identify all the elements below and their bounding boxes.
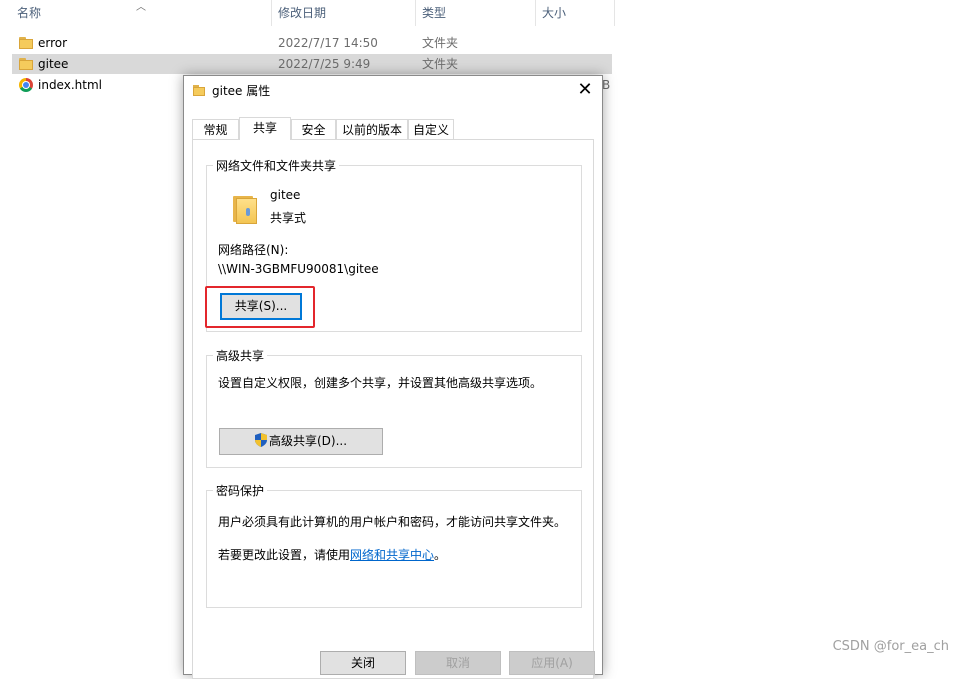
tab-previous-versions[interactable]: 以前的版本 [336, 119, 408, 139]
chrome-icon [19, 78, 33, 92]
file-type: 文件夹 [422, 36, 459, 50]
column-header-modified[interactable]: 修改日期 [273, 0, 415, 26]
tab-general[interactable]: 常规 [192, 119, 239, 139]
sharing-tab-panel: 网络文件和文件夹共享 gitee 共享式 网络路径(N): \\WIN-3GBM… [192, 139, 594, 679]
file-modified: 2022/7/17 14:50 [278, 36, 378, 50]
folder-icon [193, 85, 205, 96]
watermark: CSDN @for_ea_ch [832, 639, 949, 654]
close-dialog-button[interactable]: 关闭 [320, 651, 406, 675]
network-share-group: 网络文件和文件夹共享 gitee 共享式 网络路径(N): \\WIN-3GBM… [205, 157, 582, 332]
sort-arrow-icon: ︿ [136, 2, 146, 13]
file-modified: 2022/7/25 9:49 [278, 57, 371, 71]
file-type: 文件夹 [422, 57, 459, 71]
tab-security[interactable]: 安全 [291, 119, 336, 139]
file-name: index.html [38, 78, 102, 92]
group-legend: 高级共享 [213, 347, 268, 364]
column-separator[interactable] [535, 0, 536, 26]
shield-icon [254, 433, 267, 447]
group-legend: 密码保护 [213, 482, 268, 499]
close-button[interactable]: ✕ [568, 76, 602, 104]
hint-prefix: 若要更改此设置，请使用 [218, 548, 351, 562]
apply-button[interactable]: 应用(A) [509, 651, 595, 675]
hint-suffix: 。 [434, 548, 447, 562]
advanced-share-button[interactable]: 高级共享(D)... [219, 428, 383, 455]
password-description: 用户必须具有此计算机的用户帐户和密码，才能访问共享文件夹。 [218, 515, 567, 529]
folder-icon [19, 37, 33, 49]
group-legend: 网络文件和文件夹共享 [213, 157, 340, 174]
column-header-type[interactable]: 类型 [417, 0, 535, 26]
file-row-gitee[interactable]: gitee 2022/7/25 9:49 文件夹 [12, 54, 612, 74]
tab-customize[interactable]: 自定义 [408, 119, 454, 139]
advanced-share-group: 高级共享 设置自定义权限，创建多个共享，并设置其他高级共享选项。 高级共享(D)… [206, 347, 582, 468]
network-path-label: 网络路径(N): [218, 243, 289, 257]
file-size-partial: B [602, 78, 611, 92]
password-protection-group: 密码保护 用户必须具有此计算机的用户帐户和密码，才能访问共享文件夹。 若要更改此… [206, 482, 582, 608]
close-icon: ✕ [577, 79, 593, 100]
properties-dialog: gitee 属性 ✕ 常规 共享 安全 以前的版本 自定义 网络文件和文件夹共享… [183, 75, 603, 679]
column-separator[interactable] [614, 0, 615, 26]
share-button[interactable]: 共享(S)... [220, 293, 302, 320]
network-path-value: \\WIN-3GBMFU90081\gitee [218, 262, 379, 276]
dialog-title: gitee 属性 [212, 84, 271, 98]
cancel-button[interactable]: 取消 [415, 651, 501, 675]
password-settings-hint: 若要更改此设置，请使用网络和共享中心。 [218, 546, 446, 563]
advanced-share-description: 设置自定义权限，创建多个共享，并设置其他高级共享选项。 [218, 376, 543, 390]
folder-name: gitee [270, 188, 301, 202]
column-header-size[interactable]: 大小 [537, 0, 615, 26]
share-status: 共享式 [270, 211, 307, 225]
tab-sharing[interactable]: 共享 [239, 117, 291, 140]
file-name: gitee [38, 57, 69, 71]
column-separator[interactable] [271, 0, 272, 26]
shared-folder-icon [233, 194, 257, 224]
file-row-error[interactable]: error 2022/7/17 14:50 文件夹 [12, 33, 612, 53]
network-sharing-center-link[interactable]: 网络和共享中心 [350, 548, 434, 562]
column-separator[interactable] [415, 0, 416, 26]
folder-icon [19, 58, 33, 70]
file-name: error [38, 36, 68, 50]
advanced-share-button-label: 高级共享(D)... [268, 434, 348, 448]
